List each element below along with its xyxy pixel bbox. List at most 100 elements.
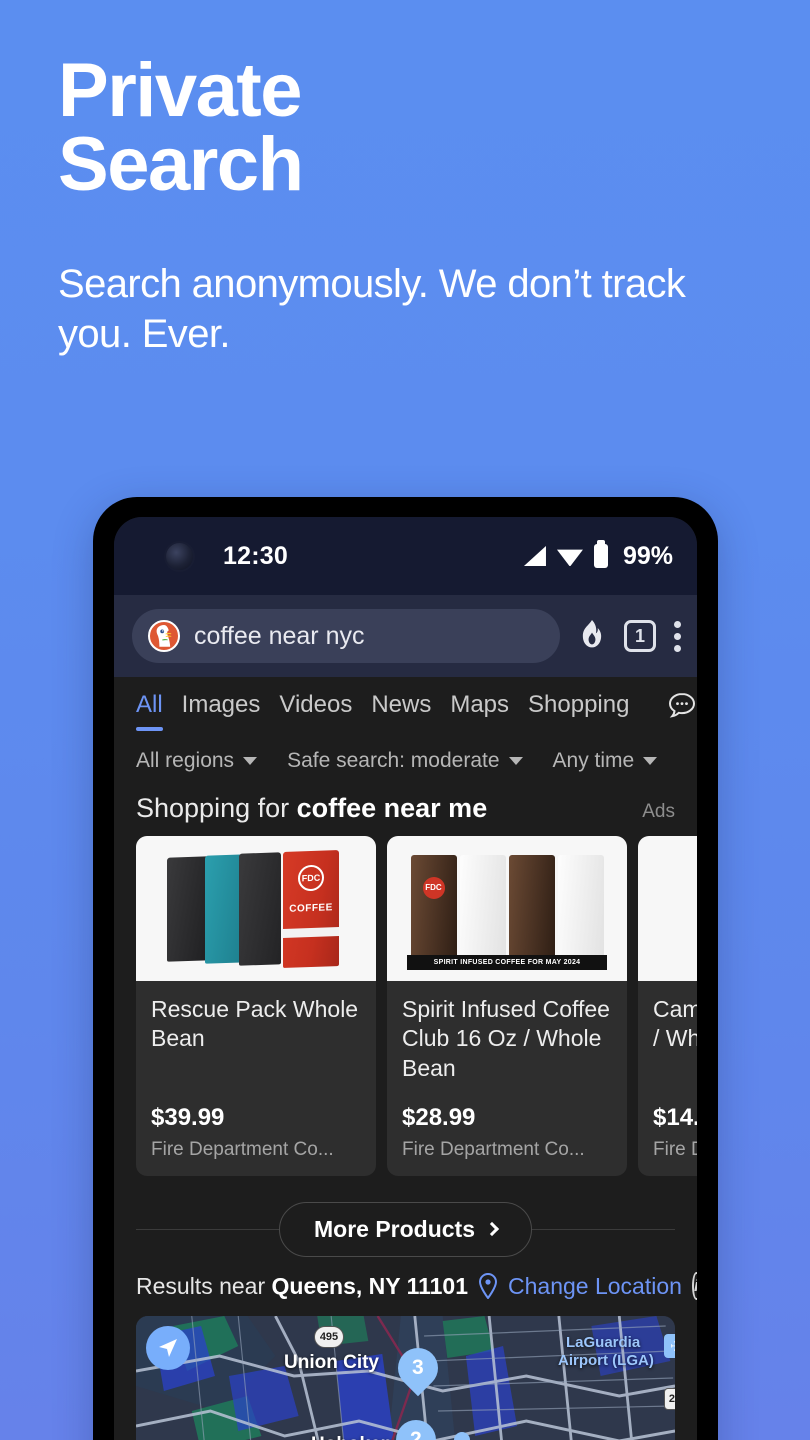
map-preview[interactable]: Union City Hoboken LaGuardia Airport (LG… <box>136 1316 675 1440</box>
product-price: $39.99 <box>151 1104 225 1131</box>
bag-band <box>283 926 339 938</box>
chevron-down-icon <box>243 757 258 765</box>
pin-number: 3 <box>412 1356 424 1379</box>
product-body: Rescue Pack Whole Bean $39.99 Fire Depar… <box>136 981 376 1176</box>
location-row: Results near Queens, NY 11101 Change Loc… <box>114 1266 697 1316</box>
chevron-down-icon <box>643 757 658 765</box>
front-camera-icon <box>166 542 193 570</box>
search-filters: All regions Safe search: moderate Any ti… <box>114 735 697 789</box>
filter-region-label: All regions <box>136 749 235 772</box>
product-carousel[interactable]: FDC COFFEE Rescue Pack Whole Bean $39.99… <box>114 836 697 1176</box>
search-query-text: coffee near nyc <box>194 621 365 650</box>
shopping-title-prefix: Shopping for <box>136 793 297 823</box>
search-input[interactable]: coffee near nyc <box>132 609 560 663</box>
product-price: $28.99 <box>402 1104 476 1131</box>
fdc-brand-mark: FDC <box>298 864 324 891</box>
coffee-bags-illustration: FDC COFFEE <box>136 836 376 981</box>
phone-mockup: 12:30 99% coffee near nyc 1 All Images V… <box>93 497 718 1440</box>
search-results-page: All Images Videos News Maps Shopping All… <box>114 677 697 1440</box>
product-name: Spirit Infused Coffee Club 16 Oz / Whole… <box>402 996 610 1081</box>
pin-number: 2 <box>410 1428 422 1440</box>
product-merchant: Fire Department Co... <box>653 1139 697 1160</box>
browser-menu-button[interactable] <box>674 620 681 652</box>
coffee-bag <box>508 854 555 963</box>
product-ribbon: SPIRIT INFUSED COFFEE FOR MAY 2024 <box>407 955 607 970</box>
status-indicators: 99% <box>523 540 673 571</box>
chevron-down-icon <box>508 757 523 765</box>
more-products-button[interactable]: More Products <box>278 1201 533 1257</box>
tab-shopping[interactable]: Shopping <box>528 691 629 722</box>
shopping-title: Shopping for coffee near me <box>136 793 487 824</box>
status-time: 12:30 <box>223 541 288 570</box>
tabs-action-icons <box>667 691 697 721</box>
coffee-bag <box>167 855 209 962</box>
filter-time[interactable]: Any time <box>553 749 658 773</box>
coffee-bag <box>239 851 281 966</box>
product-image: FDC COFFEE <box>136 836 376 981</box>
tab-images[interactable]: Images <box>182 691 261 722</box>
product-image <box>638 836 697 981</box>
map-result-pin[interactable]: 3 <box>389 1339 447 1400</box>
product-card[interactable]: FDC SPIRIT INFUSED COFFEE FOR MAY 2024 S… <box>387 836 627 1176</box>
shopping-title-query: coffee near me <box>296 793 488 823</box>
fdc-brand-mark: FDC <box>422 876 445 899</box>
fire-icon <box>582 620 602 648</box>
product-card[interactable]: Camo Coffee 12 Oz / Whole Bean $14.99 Fi… <box>638 836 697 1176</box>
vertical-tabs: All Images Videos News Maps Shopping <box>114 677 697 735</box>
route-shield: 495 <box>314 1326 344 1348</box>
chat-icon[interactable] <box>667 691 697 721</box>
navigation-arrow-icon <box>159 1339 177 1357</box>
tab-count: 1 <box>624 620 656 652</box>
location-place: Queens, NY 11101 <box>271 1272 469 1299</box>
location-text: Results near Queens, NY 11101 <box>136 1273 468 1300</box>
browser-omnibar: coffee near nyc 1 <box>114 595 697 677</box>
duckduckgo-logo-icon <box>148 620 180 652</box>
change-location-link[interactable]: Change Location <box>508 1273 682 1300</box>
wifi-icon <box>556 549 583 566</box>
filter-time-label: Any time <box>552 749 635 772</box>
tab-videos[interactable]: Videos <box>279 691 352 722</box>
hero-subtitle: Search anonymously. We don’t track you. … <box>58 261 686 356</box>
product-merchant: Fire Department Co... <box>402 1139 585 1160</box>
chevron-right-icon <box>484 1221 500 1237</box>
more-products-label: More Products <box>313 1215 476 1242</box>
more-products-row: More Products <box>114 1192 697 1266</box>
map-label: Union City <box>284 1352 379 1373</box>
map-pin-icon <box>479 1273 498 1299</box>
product-body: Camo Coffee 12 Oz / Whole Bean $14.99 Fi… <box>638 981 697 1176</box>
bag-word: COFFEE <box>289 901 333 915</box>
coffee-bag <box>459 854 506 963</box>
product-name: Rescue Pack Whole Bean <box>151 996 359 1052</box>
filter-safe-search[interactable]: Safe search: moderate <box>287 749 523 773</box>
route-shield: 25A <box>664 1388 675 1410</box>
status-bar: 12:30 99% <box>114 517 697 595</box>
tab-switcher-button[interactable]: 1 <box>624 620 656 652</box>
tab-news[interactable]: News <box>371 691 431 722</box>
fire-button[interactable] <box>578 620 606 652</box>
phone-screen: 12:30 99% coffee near nyc 1 All Images V… <box>114 517 697 1440</box>
map-result-pin[interactable]: 2 <box>387 1411 445 1440</box>
battery-icon <box>593 540 608 568</box>
tab-maps[interactable]: Maps <box>450 691 509 722</box>
info-icon[interactable]: i <box>691 1272 697 1300</box>
filter-safe-search-label: Safe search: moderate <box>287 749 500 772</box>
map-label: Airport (LGA) <box>558 1352 654 1369</box>
map-label: LaGuardia <box>566 1334 641 1351</box>
filter-region[interactable]: All regions <box>136 749 258 773</box>
cellular-signal-icon <box>523 546 546 566</box>
map-label: Hoboken <box>311 1434 392 1440</box>
coffee-bag: FDC <box>410 854 457 963</box>
ads-label: Ads <box>642 801 675 822</box>
coffee-bag: FDC COFFEE <box>283 849 339 968</box>
coffee-bag <box>557 854 604 963</box>
tab-all[interactable]: All <box>136 691 163 731</box>
hero-title-line-2: Search <box>58 122 304 208</box>
product-card[interactable]: FDC COFFEE Rescue Pack Whole Bean $39.99… <box>136 836 376 1176</box>
product-body: Spirit Infused Coffee Club 16 Oz / Whole… <box>387 981 627 1176</box>
hero-section: Private Search Search anonymously. We do… <box>58 52 758 359</box>
kebab-menu-icon <box>674 620 681 652</box>
product-name: Camo Coffee 12 Oz / Whole Bean <box>653 996 697 1052</box>
pin-bubble: 3 <box>389 1339 447 1397</box>
shopping-header: Shopping for coffee near me Ads <box>114 789 697 836</box>
current-location-button[interactable] <box>146 1326 190 1370</box>
